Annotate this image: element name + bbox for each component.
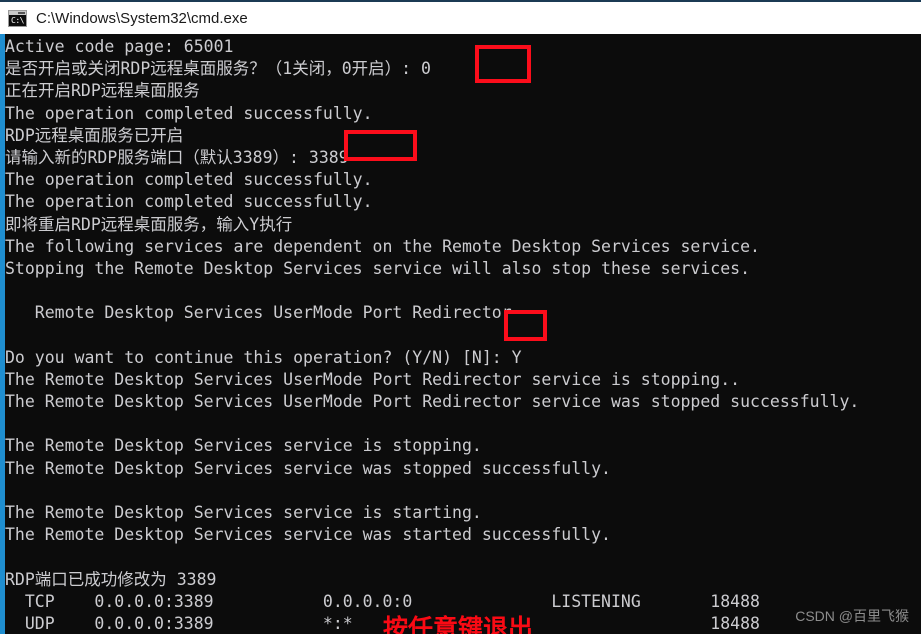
console-line: The Remote Desktop Services service is s…: [5, 436, 482, 456]
console-line: RDP远程桌面服务已开启: [5, 125, 184, 145]
console-line: 请输入新的RDP服务端口（默认3389）: 3389: [5, 147, 349, 167]
console-text: Active code page: 65001 是否开启或关闭RDP远程桌面服务？…: [5, 36, 921, 634]
console-line: TCP 0.0.0.0:3389 0.0.0.0:0 LISTENING 184…: [5, 591, 760, 611]
icon-prompt-glyph: C:\: [11, 16, 24, 25]
console-line: The Remote Desktop Services UserMode Por…: [5, 392, 860, 411]
cmd-window: C:\ C:\Windows\System32\cmd.exe Active c…: [0, 0, 921, 634]
titlebar[interactable]: C:\ C:\Windows\System32\cmd.exe: [0, 0, 921, 34]
console-line: The Remote Desktop Services service is s…: [5, 502, 482, 522]
console-line: The operation completed successfully.: [5, 103, 373, 123]
console-line: Remote Desktop Services UserMode Port Re…: [5, 303, 512, 323]
console-line: 是否开启或关闭RDP远程桌面服务？（1关闭，0开启）: 0: [5, 59, 431, 79]
console-line: 即将重启RDP远程桌面服务，输入Y执行: [5, 214, 293, 234]
console-line: Stopping the Remote Desktop Services ser…: [5, 258, 751, 278]
console-line: Do you want to continue this operation? …: [5, 347, 522, 367]
console-line: Active code page: 65001: [5, 37, 234, 56]
console-line: The Remote Desktop Services service was …: [5, 458, 611, 478]
console-line: The operation completed successfully.: [5, 192, 373, 212]
console-output-area[interactable]: Active code page: 65001 是否开启或关闭RDP远程桌面服务？…: [0, 34, 921, 634]
console-line: 正在开启RDP远程桌面服务: [5, 81, 200, 101]
console-line: RDP端口已成功修改为 3389: [5, 569, 217, 589]
annotation-exit-hint: 按任意键退出: [383, 614, 534, 634]
console-line: The operation completed successfully.: [5, 170, 373, 190]
console-line: The Remote Desktop Services UserMode Por…: [5, 369, 741, 389]
console-line: The following services are dependent on …: [5, 236, 760, 256]
cmd-console-icon: C:\: [8, 10, 27, 27]
watermark: CSDN @百里飞猴: [795, 608, 909, 624]
console-line: The Remote Desktop Services service was …: [5, 525, 611, 545]
icon-titlebar-strip: [9, 11, 26, 15]
window-title: C:\Windows\System32\cmd.exe: [36, 9, 248, 27]
